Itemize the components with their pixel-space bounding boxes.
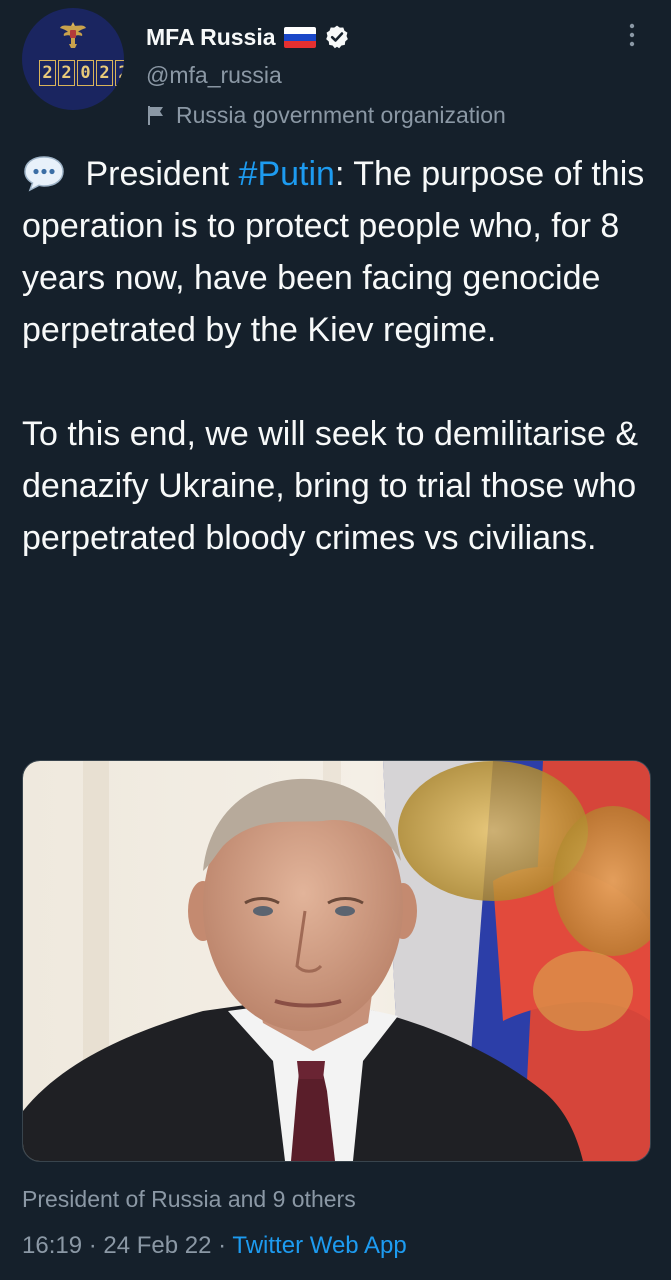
tweet-text: President #Putin: The purpose of this op… [22,148,652,564]
russia-flag-icon [283,26,316,48]
meta-separator: · [211,1232,233,1259]
government-label-text: Russia government organization [176,101,506,128]
tweet-paragraph-2: To this end, we will seek to demilitaris… [22,415,639,557]
tweet-time[interactable]: 16:19 [22,1232,82,1259]
author-name-row: MFA Russia [146,20,350,54]
avatar[interactable]: 2 2 0 2 2 [22,8,124,110]
avatar-digits: 2 2 0 2 2 [39,60,124,86]
meta-separator: · [82,1232,104,1259]
hashtag-link[interactable]: #Putin [239,155,335,193]
avatar-digit: 2 [39,60,56,86]
avatar-digit: 2 [58,60,75,86]
avatar-digit: 0 [77,60,94,86]
author-handle[interactable]: @mfa_russia [146,62,282,89]
tweet-paragraph-1: President #Putin: The purpose of this op… [22,148,652,356]
tweet-photo[interactable] [22,760,651,1162]
portrait-photo [23,761,650,1161]
government-label[interactable]: Russia government organization [146,100,506,130]
tweet-meta: 16:19 · 24 Feb 22 · Twitter Web App [22,1232,407,1260]
avatar-digit: 2 [96,60,113,86]
tweet-date[interactable]: 24 Feb 22 [103,1232,211,1259]
speech-balloon-icon [24,156,64,192]
flag-icon [148,106,163,125]
avatar-digit: 2 [115,60,124,86]
eagle-emblem-icon [60,22,86,48]
tweet-text-prefix: President [76,155,239,193]
more-options-icon[interactable] [622,20,642,50]
tweet-detail: 2 2 0 2 2 MFA Russia @mfa_russia Russia … [0,0,671,1280]
tagged-people-link[interactable]: President of Russia and 9 others [22,1186,356,1213]
author-display-name[interactable]: MFA Russia [146,24,276,51]
verified-badge-icon [325,25,348,49]
tweet-source-link[interactable]: Twitter Web App [232,1232,406,1259]
